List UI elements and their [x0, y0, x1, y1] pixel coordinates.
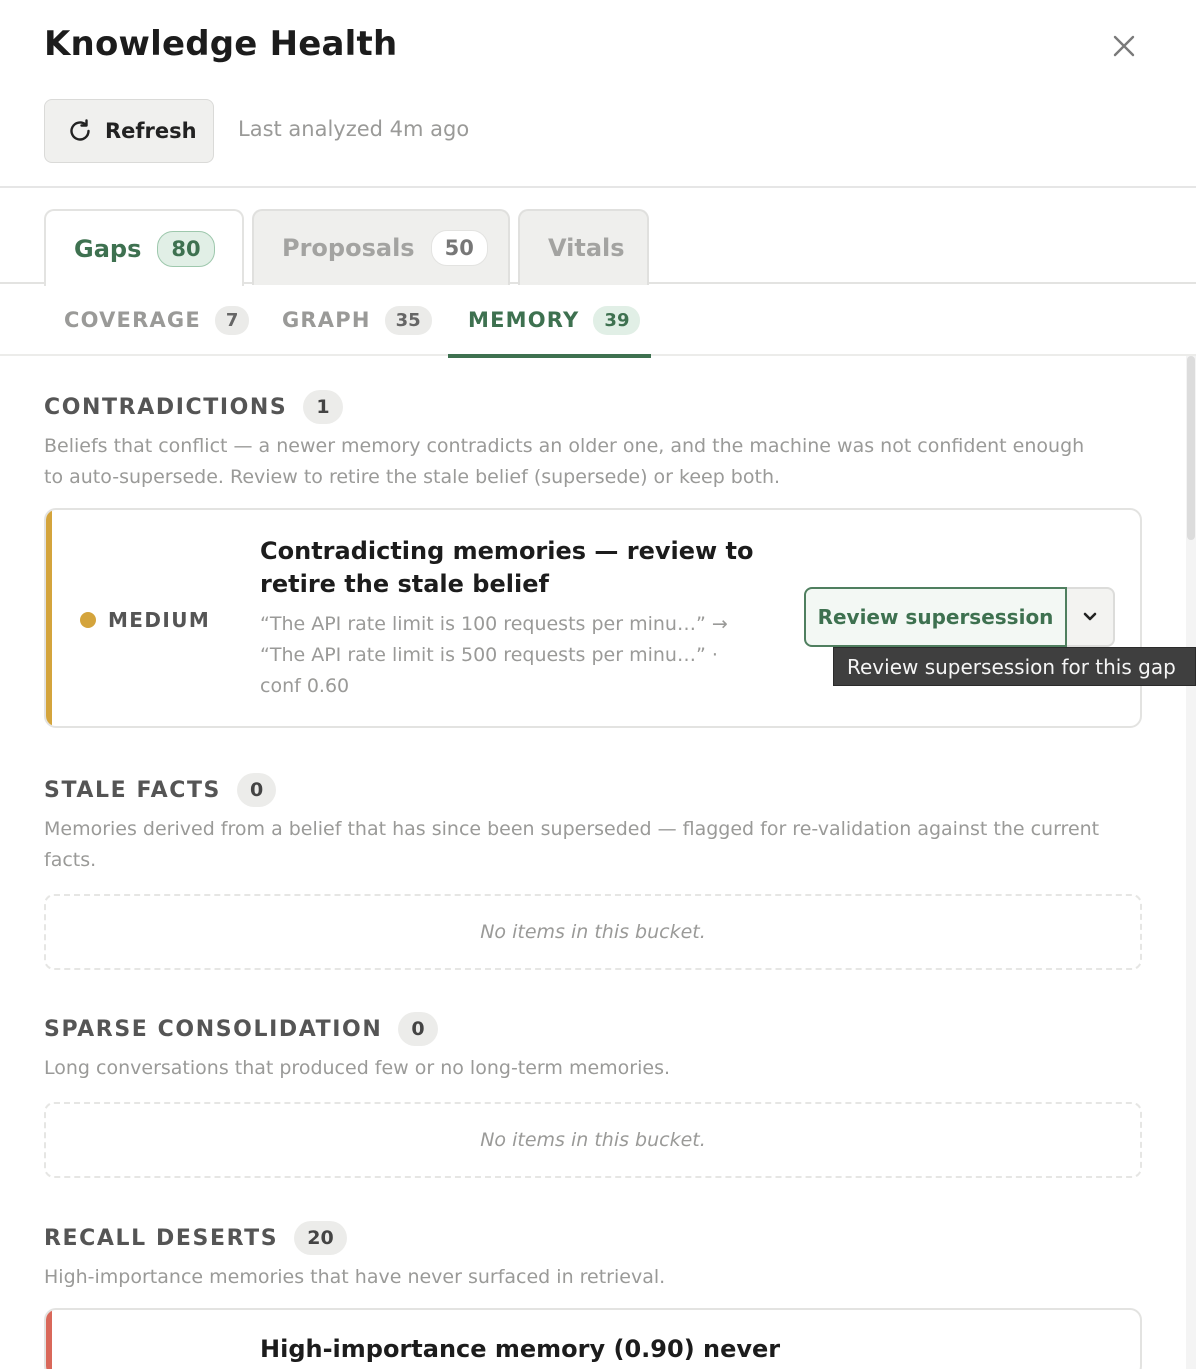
- severity-dot: [80, 612, 96, 628]
- tab-proposals[interactable]: Proposals 50: [252, 209, 510, 285]
- section-count-badge: 0: [398, 1012, 438, 1046]
- tab-vitals[interactable]: Vitals: [518, 209, 649, 285]
- tab-label: Gaps: [74, 234, 142, 263]
- tab-count-badge: 80: [157, 230, 215, 267]
- scrollbar[interactable]: [1186, 356, 1196, 1369]
- empty-state: No items in this bucket.: [44, 1102, 1142, 1178]
- subtab-label: COVERAGE: [64, 308, 201, 332]
- severity-bar: [46, 510, 52, 726]
- gap-card: MEDIUM Contradicting memories — review t…: [44, 508, 1142, 728]
- subtab-graph[interactable]: GRAPH 35: [262, 284, 452, 356]
- severity-bar: [46, 1310, 52, 1369]
- section-contradictions: CONTRADICTIONS 1 Beliefs that conflict —…: [44, 389, 1142, 493]
- action-menu-button[interactable]: [1067, 587, 1115, 647]
- section-description: Memories derived from a belief that has …: [44, 818, 1100, 871]
- close-icon: [1113, 35, 1135, 57]
- subtab-label: MEMORY: [468, 308, 580, 332]
- scrollbar-thumb[interactable]: [1187, 356, 1195, 540]
- section-title: CONTRADICTIONS: [44, 394, 288, 420]
- gap-title: Contradicting memories — review to retir…: [260, 537, 754, 598]
- gap-title: High-importance memory (0.90) never: [260, 1335, 781, 1363]
- main-tabs: Gaps 80 Proposals 50 Vitals: [0, 188, 1196, 286]
- subtab-memory[interactable]: MEMORY 39: [448, 284, 651, 358]
- section-description: High-importance memories that have never…: [44, 1266, 666, 1288]
- subtab-label: GRAPH: [282, 308, 371, 332]
- section-count-badge: 20: [294, 1221, 347, 1255]
- gap-detail: “The API rate limit is 100 requests per …: [260, 613, 728, 697]
- subtab-count-badge: 35: [384, 305, 432, 335]
- refresh-icon: [70, 119, 90, 141]
- close-button[interactable]: [1104, 26, 1144, 66]
- section-count-badge: 1: [303, 390, 343, 424]
- tab-label: Proposals: [282, 234, 415, 262]
- refresh-label: Refresh: [105, 119, 197, 143]
- refresh-button[interactable]: Refresh: [44, 99, 214, 163]
- chevron-down-icon: [1083, 612, 1097, 621]
- sub-tabs: COVERAGE 7 GRAPH 35 MEMORY 39: [0, 284, 1196, 358]
- tab-count-badge: 50: [430, 230, 488, 266]
- tab-label: Vitals: [548, 234, 625, 262]
- empty-state: No items in this bucket.: [44, 894, 1142, 970]
- subtab-count-badge: 39: [593, 305, 641, 335]
- severity-indicator: MEDIUM: [80, 608, 210, 632]
- last-analyzed-text: Last analyzed 4m ago: [238, 117, 470, 141]
- section-sparse-consolidation: SPARSE CONSOLIDATION 0 Long conversation…: [44, 1011, 1142, 1178]
- tooltip: Review supersession for this gap: [833, 647, 1196, 686]
- section-title: RECALL DESERTS: [44, 1225, 279, 1251]
- review-split-button: Review supersession: [804, 587, 1115, 649]
- section-recall-deserts: RECALL DESERTS 20 High-importance memori…: [44, 1220, 1142, 1293]
- section-title: STALE FACTS: [44, 777, 222, 803]
- section-count-badge: 0: [237, 773, 277, 807]
- review-supersession-button[interactable]: Review supersession: [804, 587, 1067, 647]
- section-description: Beliefs that conflict — a newer memory c…: [44, 435, 1085, 488]
- section-description: Long conversations that produced few or …: [44, 1057, 671, 1079]
- section-title: SPARSE CONSOLIDATION: [44, 1016, 383, 1042]
- section-stale-facts: STALE FACTS 0 Memories derived from a be…: [44, 772, 1142, 970]
- subtab-count-badge: 7: [214, 305, 250, 335]
- subtab-coverage[interactable]: COVERAGE 7: [44, 284, 269, 356]
- severity-label: MEDIUM: [108, 608, 211, 632]
- tab-gaps[interactable]: Gaps 80: [44, 209, 244, 286]
- panel-header: Knowledge Health Refresh Last analyzed 4…: [0, 0, 1196, 188]
- gap-card: High-importance memory (0.90) never: [44, 1308, 1142, 1369]
- page-title: Knowledge Health: [44, 24, 398, 64]
